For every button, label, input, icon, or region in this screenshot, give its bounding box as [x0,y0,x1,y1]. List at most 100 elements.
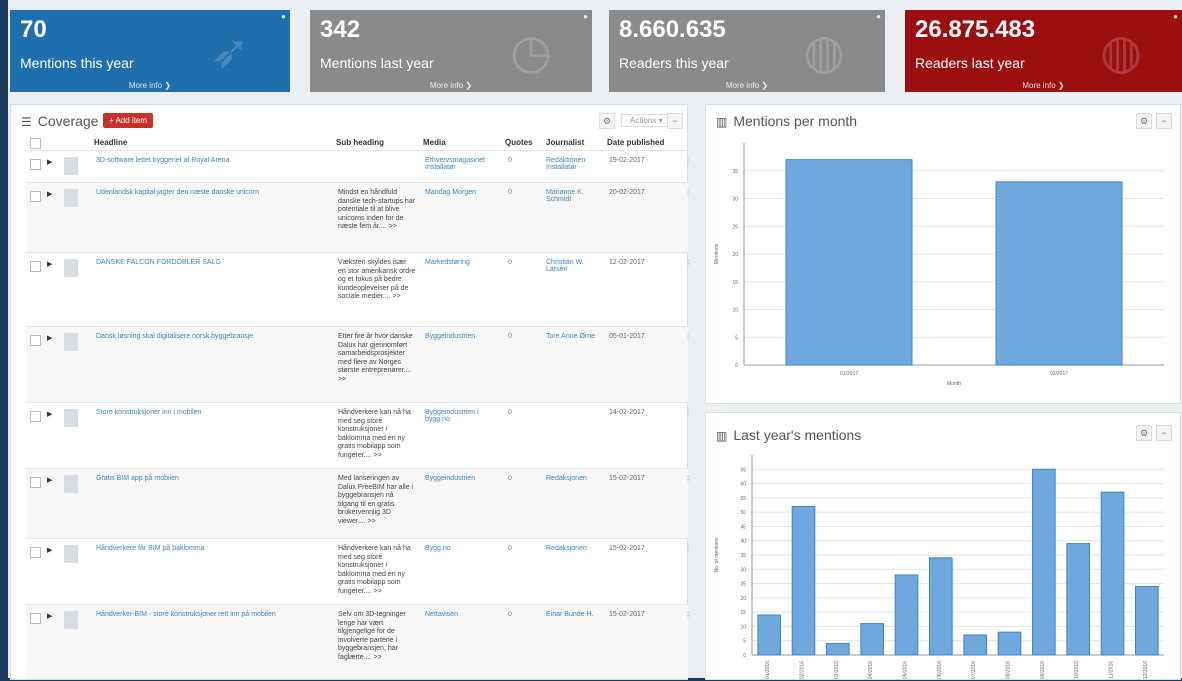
media-link[interactable]: Nettavisen [425,611,495,618]
journalist-link[interactable]: Redaktionen Installatør [546,157,601,171]
media-link[interactable]: Erhvervsmagasinet Installatør [425,157,495,171]
row-menu-icon[interactable]: ⋮ [684,189,692,198]
table-row[interactable]: ▶ 3D-software lettet byggeriet af Royal A… [26,150,692,183]
headline-link[interactable]: Håndverker-BIM - store konstruksjoner re… [96,611,326,618]
row-checkbox[interactable] [30,191,41,202]
row-menu-icon[interactable]: ⋮ [684,259,692,268]
expand-caret-icon[interactable]: ▶ [47,190,52,198]
bar-chart-icon: ▥ [716,115,728,129]
journalist-link[interactable]: Einar Bunde H. [546,611,601,618]
col-journalist[interactable]: Journalist [546,138,584,147]
expand-caret-icon[interactable]: ▶ [47,158,52,166]
row-menu-icon[interactable]: ⋮ [684,157,692,166]
journalist-link[interactable]: Christian W. Larsen [546,259,601,273]
x-tick-label: 08/2016 [1006,661,1012,679]
mentions-chart: 0 5 10 15 20 25 30 35 01/2017 02/2017 Mentions Mont… [714,143,1164,387]
row-menu-icon[interactable]: ⋮ [684,409,692,418]
bar [1066,543,1090,656]
row-menu-icon[interactable]: ⋮ [684,611,692,620]
row-checkbox[interactable] [30,477,41,488]
col-headline[interactable]: Headline [94,138,127,147]
mentions-chart-panel: ▥ Mentions per month ⚙ − 0 5 10 15 20 25 30 35 01/… [705,104,1181,404]
date-published: 20-02-2017 [609,189,645,196]
media-link[interactable]: Byggeindustrien [425,475,495,482]
expand-caret-icon[interactable]: ▶ [47,410,52,418]
thumbnail-image [64,333,78,351]
table-row[interactable]: ▶ Dansk løsning skal digitalisere norsk b… [26,326,692,403]
table-row[interactable]: ▶ DANSKE FALCON FORDOBLER SALG Væksten sky… [26,252,692,327]
headline-link[interactable]: Håndverkere får BIM på baklomma [96,545,326,552]
table-row[interactable]: ▶ Store konstruksjoner inn i mobilen Håndv… [26,402,692,469]
row-menu-icon[interactable]: ⋮ [684,475,692,484]
gear-icon[interactable]: ⚙ [1136,425,1152,441]
journalist-link[interactable]: Tore Anne Ørne [546,333,601,340]
col-quotes[interactable]: Quotes [505,138,533,147]
row-checkbox[interactable] [30,411,41,422]
headline-link[interactable]: DANSKE FALCON FORDOBLER SALG [96,259,326,266]
media-link[interactable]: Bygg.no [425,545,495,552]
row-checkbox[interactable] [30,547,41,558]
more-info-link[interactable]: More info ❯ [310,81,592,90]
expand-caret-icon[interactable]: ▶ [47,476,52,484]
collapse-icon[interactable]: − [667,113,683,129]
table-row[interactable]: ▶ Gratis BIM app på mobilen Med lanseringe… [26,468,692,539]
x-tick-label: 03/2016 [834,661,840,679]
kpi-value: 8.660.635 [619,16,726,43]
thumbnail-image [64,157,78,175]
expand-caret-icon[interactable]: ▶ [47,334,52,342]
expand-caret-icon[interactable]: ▶ [47,546,52,554]
row-checkbox[interactable] [30,159,41,170]
row-checkbox[interactable] [30,261,41,272]
row-menu-icon[interactable]: ⋮ [684,333,692,342]
table-row[interactable]: ▶ Udenlandsk kapital jagter den næste dan… [26,182,692,253]
table-row[interactable]: ▶ Håndverkere får BIM på baklomma Håndverk… [26,538,692,605]
gear-icon[interactable]: ⚙ [1136,113,1152,129]
select-all-checkbox[interactable] [30,138,41,149]
x-tick-label: 10/2016 [1074,661,1080,679]
headline-link[interactable]: Gratis BIM app på mobilen [96,475,326,482]
media-link[interactable]: Byggeindustrien i bygg.no [425,409,495,423]
kpi-mentions-last-year[interactable]: ● ◷ 342 Mentions last year More info ❯ [310,10,592,92]
y-tick-label: 60 [740,482,746,488]
headline-link[interactable]: Udenlandsk kapital jagter den næste dans… [96,189,326,196]
collapse-icon[interactable]: − [1156,113,1172,129]
gear-icon[interactable]: ⚙ [599,113,615,129]
journalist-link[interactable]: Redaksjonen [546,545,601,552]
collapse-icon[interactable]: − [1156,425,1172,441]
media-link[interactable]: Byggeindustrien [425,333,495,340]
x-tick-label: 01/2016 [765,661,771,679]
col-sub-heading[interactable]: Sub heading [336,138,384,147]
col-media[interactable]: Media [423,138,446,147]
bar [785,159,913,366]
bar [1100,491,1125,656]
row-checkbox[interactable] [30,613,41,624]
more-info-link[interactable]: More info ❯ [905,81,1182,90]
rocket-icon: ➶ [209,26,250,79]
kpi-readers-this-year[interactable]: ● ◍ 8.660.635 Readers this year More inf… [609,10,885,92]
y-axis-label: Mentions [714,243,720,264]
bar [1135,585,1159,656]
expand-caret-icon[interactable]: ▶ [47,260,52,268]
x-tick-label: 02/2017 [1050,371,1068,377]
more-info-link[interactable]: More info ❯ [609,81,885,90]
kpi-mentions-this-year[interactable]: ● ➶ 70 Mentions this year More info ❯ [10,10,290,92]
media-link[interactable]: Markedsføring [425,259,495,266]
headline-link[interactable]: 3D-software lettet byggeriet af Royal Ar… [96,157,326,164]
expand-caret-icon[interactable]: ▶ [47,612,52,620]
row-checkbox[interactable] [30,335,41,346]
thumbnail-image [64,409,78,427]
col-date-published[interactable]: Date published [607,138,664,147]
media-link[interactable]: Mandag Morgen [425,189,495,196]
row-menu-icon[interactable]: ⋮ [684,545,692,554]
kpi-readers-last-year[interactable]: ● ◍ 26.875.483 Readers last year More in… [905,10,1182,92]
quotes-count: 0 [508,409,512,416]
journalist-link[interactable]: Marianne K. Schmidt [546,189,601,203]
add-item-button[interactable]: + Add item [103,113,154,128]
more-info-link[interactable]: More info ❯ [10,81,290,90]
journalist-link[interactable]: Redaksjonen [546,475,601,482]
date-published: 14-02-2017 [609,409,645,416]
table-row[interactable]: ▶ Håndverker-BIM - store konstruksjoner r… [26,604,692,679]
headline-link[interactable]: Store konstruksjoner inn i mobilen [96,409,326,416]
headline-link[interactable]: Dansk løsning skal digitalisere norsk by… [96,333,326,340]
bar [963,634,987,656]
